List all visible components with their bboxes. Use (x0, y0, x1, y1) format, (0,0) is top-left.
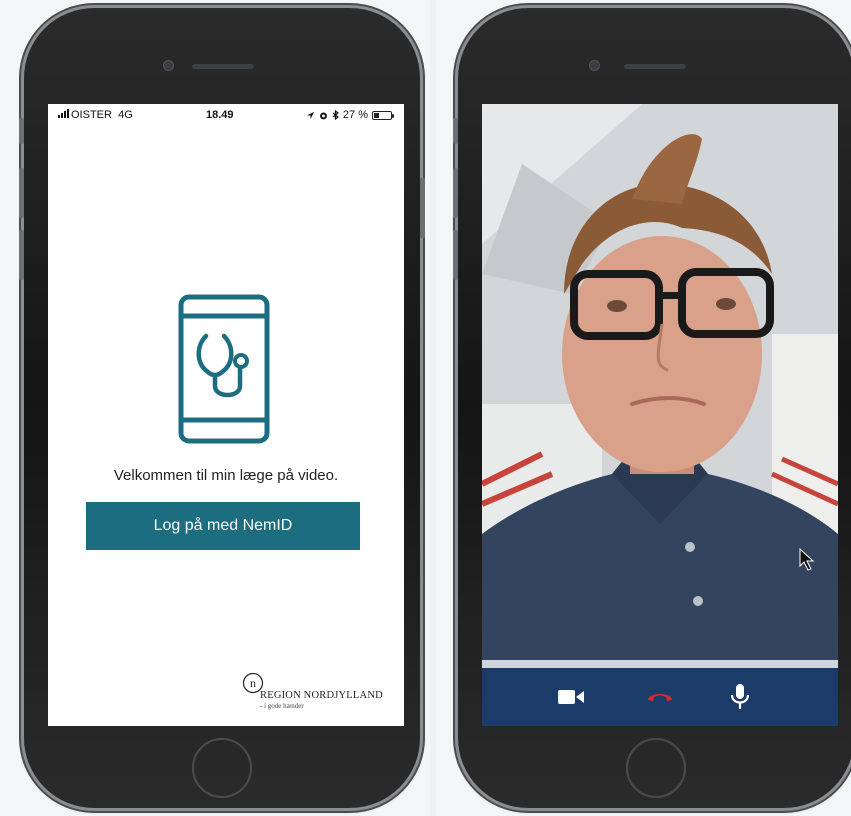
call-control-bar (482, 668, 838, 726)
left-eye (607, 300, 627, 312)
hang-up-icon (648, 694, 672, 701)
battery-percent: 27 % (342, 109, 368, 121)
nemid-login-button[interactable]: Log på med NemID (86, 502, 360, 550)
carrier-name: OISTER (71, 109, 112, 121)
mute-switch (453, 118, 458, 144)
earpiece-speaker (192, 64, 254, 69)
region-tagline: - i gode hænder (260, 702, 304, 710)
home-button[interactable] (192, 738, 252, 798)
hang-up-button[interactable] (645, 682, 675, 712)
location-arrow-icon (306, 111, 315, 119)
bluetooth-icon (332, 110, 339, 120)
volume-up-button (19, 168, 24, 218)
microphone-toggle-button[interactable] (725, 682, 755, 712)
volume-up-button (453, 168, 458, 218)
volume-down-button (453, 230, 458, 280)
status-time: 18.49 (206, 109, 234, 121)
front-camera (163, 60, 174, 71)
alarm-icon (320, 112, 327, 119)
left-panel: OISTER 4G 18.49 27 % Velkommen til min l… (0, 0, 430, 816)
power-button (420, 178, 425, 238)
home-button[interactable] (626, 738, 686, 798)
carrier-info: OISTER 4G (58, 109, 133, 121)
right-panel (436, 0, 851, 816)
video-feed (482, 104, 838, 660)
left-phone-frame: OISTER 4G 18.49 27 % Velkommen til min l… (19, 8, 425, 808)
phone-stethoscope-icon (178, 294, 270, 444)
camera-toggle-button[interactable] (556, 682, 586, 712)
status-bar: OISTER 4G 18.49 27 % (48, 104, 404, 126)
microphone-icon (730, 684, 750, 709)
right-phone-frame (453, 8, 851, 808)
front-camera (589, 60, 600, 71)
network-type: 4G (118, 109, 133, 121)
status-indicators: 27 % (306, 109, 394, 121)
video-call-screen (482, 104, 838, 726)
glasses-bridge (658, 292, 684, 299)
region-logo-letter: n (250, 676, 256, 690)
region-name: REGION NORDJYLLAND (260, 690, 383, 701)
call-progress-fill (482, 660, 838, 668)
mute-switch (19, 118, 24, 144)
shirt-button (693, 596, 703, 606)
call-progress-track (482, 660, 838, 668)
right-eye (716, 298, 736, 310)
shirt-button (685, 542, 695, 552)
signal-icon (58, 109, 69, 118)
battery-icon (372, 110, 394, 120)
login-screen: OISTER 4G 18.49 27 % Velkommen til min l… (48, 104, 404, 726)
earpiece-speaker (624, 64, 686, 69)
volume-down-button (19, 230, 24, 280)
camera-icon (558, 690, 584, 704)
welcome-text: Velkommen til min læge på video. (113, 467, 339, 484)
